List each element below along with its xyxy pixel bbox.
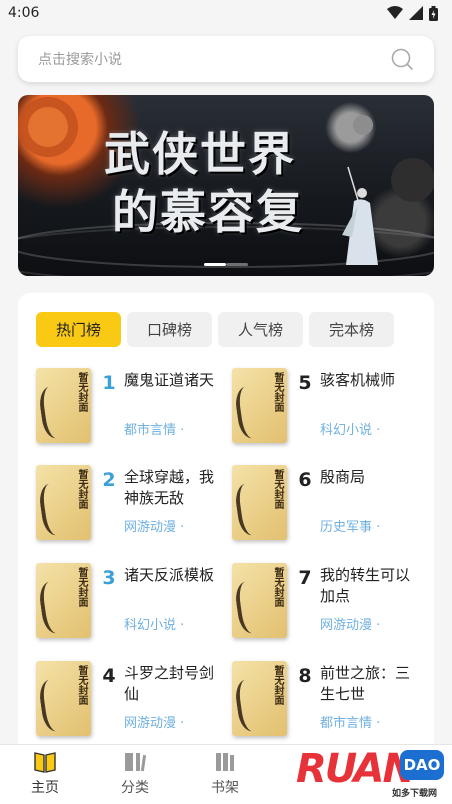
book-cover[interactable]: 暂无封面 xyxy=(232,661,287,736)
nav-category-label: 分类 xyxy=(121,780,149,796)
cover-brush-stroke xyxy=(233,384,271,440)
book-cover[interactable]: 暂无封面 xyxy=(232,368,287,443)
book-genre: 科幻小说 · xyxy=(320,423,381,438)
bookshelf-icon xyxy=(216,753,234,771)
cover-brush-stroke xyxy=(37,384,75,440)
cover-brush-stroke xyxy=(37,579,75,635)
book-cover[interactable]: 暂无封面 xyxy=(232,465,287,540)
status-time: 4:06 xyxy=(8,5,40,21)
signal-icon xyxy=(409,6,423,20)
book-rank: 1 xyxy=(102,372,116,394)
tab-reputation[interactable]: 口碑榜 xyxy=(127,312,212,347)
nav-category[interactable]: 分类 xyxy=(105,751,165,797)
cover-placeholder-text: 暂无封面 xyxy=(272,665,283,705)
banner-title-line1: 武侠世界 xyxy=(104,127,296,181)
book-genre: 网游动漫 · xyxy=(124,520,185,535)
nav-home-label: 主页 xyxy=(31,780,59,796)
book-genre: 网游动漫 · xyxy=(320,618,381,633)
book-item[interactable]: 暂无封面 7 我的转生可以加点 网游动漫 · xyxy=(232,563,422,643)
book-cover[interactable]: 暂无封面 xyxy=(36,368,91,443)
book-item[interactable]: 暂无封面 8 前世之旅：三生七世 都市言情 · xyxy=(232,661,422,741)
book-item[interactable]: 暂无封面 3 诸天反派模板 科幻小说 · xyxy=(36,563,226,643)
cover-brush-stroke xyxy=(37,677,75,733)
book-title[interactable]: 诸天反派模板 xyxy=(124,565,222,586)
cover-brush-stroke xyxy=(233,579,271,635)
cover-brush-stroke xyxy=(233,481,271,537)
banner-pager xyxy=(204,263,248,266)
book-title[interactable]: 魔鬼证道诸天 xyxy=(124,370,222,391)
book-title[interactable]: 殷商局 xyxy=(320,467,418,488)
battery-icon xyxy=(429,5,438,21)
cover-placeholder-text: 暂无封面 xyxy=(76,665,87,705)
cover-placeholder-text: 暂无封面 xyxy=(272,372,283,412)
book-genre: 都市言情 · xyxy=(320,716,381,731)
tab-completed[interactable]: 完本榜 xyxy=(309,312,394,347)
category-icon xyxy=(125,753,147,772)
wifi-icon xyxy=(387,6,403,19)
search-input[interactable]: 点击搜索小说 xyxy=(38,49,122,69)
book-rank: 7 xyxy=(298,567,312,589)
cover-placeholder-text: 暂无封面 xyxy=(76,372,87,412)
watermark-subtitle: 如多下载网 xyxy=(392,789,438,799)
book-rank: 4 xyxy=(102,665,116,687)
book-open-icon xyxy=(34,752,56,773)
book-item[interactable]: 暂无封面 4 斗罗之封号剑仙 网游动漫 · xyxy=(36,661,226,741)
book-rank: 8 xyxy=(298,665,312,687)
book-genre: 都市言情 · xyxy=(124,423,185,438)
status-icons xyxy=(387,5,438,21)
watermark-badge: DAO xyxy=(400,750,444,780)
ranking-card: 热门榜 口碑榜 人气榜 完本榜 暂无封面 1 魔鬼证道诸天 都市言情 · 暂无封… xyxy=(18,293,434,753)
book-genre: 网游动漫 · xyxy=(124,716,185,731)
nav-home[interactable]: 主页 xyxy=(15,751,75,797)
book-cover[interactable]: 暂无封面 xyxy=(232,563,287,638)
book-item[interactable]: 暂无封面 1 魔鬼证道诸天 都市言情 · xyxy=(36,368,226,448)
nav-bookshelf-label: 书架 xyxy=(211,780,239,796)
cover-brush-stroke xyxy=(37,481,75,537)
promo-banner[interactable]: 武侠世界 的慕容复 xyxy=(18,95,434,276)
book-cover[interactable]: 暂无封面 xyxy=(36,563,91,638)
search-icon[interactable] xyxy=(390,47,414,71)
nav-bookshelf[interactable]: 书架 xyxy=(195,751,255,797)
book-title[interactable]: 全球穿越，我神族无敌 xyxy=(124,467,222,509)
book-genre: 历史军事 · xyxy=(320,520,381,535)
tab-hot[interactable]: 热门榜 xyxy=(36,312,121,347)
book-genre: 科幻小说 · xyxy=(124,618,185,633)
book-rank: 6 xyxy=(298,469,312,491)
book-title[interactable]: 我的转生可以加点 xyxy=(320,565,418,607)
cover-placeholder-text: 暂无封面 xyxy=(272,567,283,607)
book-item[interactable]: 暂无封面 6 殷商局 历史军事 · xyxy=(232,465,422,545)
cover-placeholder-text: 暂无封面 xyxy=(76,469,87,509)
book-cover[interactable]: 暂无封面 xyxy=(36,465,91,540)
tab-popularity[interactable]: 人气榜 xyxy=(218,312,303,347)
book-rank: 5 xyxy=(298,372,312,394)
book-title[interactable]: 前世之旅：三生七世 xyxy=(320,663,418,705)
banner-title: 武侠世界 的慕容复 xyxy=(104,125,324,241)
book-cover[interactable]: 暂无封面 xyxy=(36,661,91,736)
book-item[interactable]: 暂无封面 2 全球穿越，我神族无敌 网游动漫 · xyxy=(36,465,226,545)
book-item[interactable]: 暂无封面 5 骇客机械师 科幻小说 · xyxy=(232,368,422,448)
pager-dot-active xyxy=(204,263,226,266)
pager-dot xyxy=(226,263,248,266)
book-title[interactable]: 骇客机械师 xyxy=(320,370,418,391)
ranking-tabs: 热门榜 口碑榜 人气榜 完本榜 xyxy=(36,312,394,347)
cover-placeholder-text: 暂无封面 xyxy=(76,567,87,607)
book-title[interactable]: 斗罗之封号剑仙 xyxy=(124,663,222,705)
cover-placeholder-text: 暂无封面 xyxy=(272,469,283,509)
status-bar: 4:06 xyxy=(0,0,452,26)
swordsman-figure xyxy=(342,166,378,265)
banner-title-line2: 的慕容复 xyxy=(112,185,304,239)
book-rank: 3 xyxy=(102,567,116,589)
site-watermark: RUAN DAO 如多下载网 xyxy=(296,744,452,804)
book-rank: 2 xyxy=(102,469,116,491)
search-bar[interactable]: 点击搜索小说 xyxy=(18,36,434,82)
cover-brush-stroke xyxy=(233,677,271,733)
